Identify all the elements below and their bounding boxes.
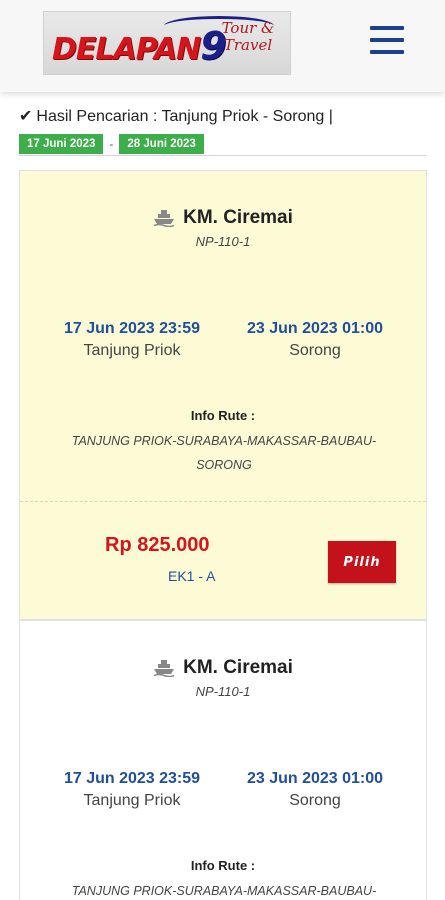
departure-info: 17 Jun 2023 23:59 Tanjung Priok bbox=[47, 320, 217, 360]
card-divider bbox=[20, 501, 426, 502]
arrival-time: 23 Jun 2023 01:00 bbox=[246, 770, 384, 787]
route-label: Info Rute : bbox=[190, 408, 256, 423]
date-to-badge: 28 Juni 2023 bbox=[119, 134, 204, 154]
ship-name: KM. Ciremai bbox=[183, 657, 293, 678]
arrival-time: 23 Jun 2023 01:00 bbox=[246, 320, 384, 337]
logo-wordmark: DELAPAN9 bbox=[52, 24, 227, 68]
departure-info: 17 Jun 2023 23:59 Tanjung Priok bbox=[47, 770, 217, 810]
arrival-port: Sorong bbox=[289, 792, 341, 809]
ship-name: KM. Ciremai bbox=[183, 207, 293, 228]
date-range: 17 Juni 2023 - 28 Juni 2023 bbox=[19, 134, 204, 154]
check-icon: ✔ bbox=[19, 108, 33, 125]
hamburger-menu-button[interactable] bbox=[370, 26, 404, 54]
hamburger-icon bbox=[370, 38, 404, 42]
ship-code: NP-110-1 bbox=[195, 234, 251, 249]
date-from-badge: 17 Juni 2023 bbox=[19, 134, 104, 154]
search-summary-text: Hasil Pencarian : Tanjung Priok - Sorong… bbox=[36, 108, 333, 125]
search-summary-line: ✔ Hasil Pencarian : Tanjung Priok - Soron… bbox=[19, 106, 427, 126]
hamburger-icon bbox=[370, 50, 404, 54]
ticket-price: Rp 825.000 bbox=[105, 534, 210, 556]
route-text: TANJUNG PRIOK-SURABAYA-MAKASSAR-BAUBAU-S… bbox=[71, 434, 377, 472]
route-text: TANJUNG PRIOK-SURABAYA-MAKASSAR-BAUBAU- bbox=[71, 884, 377, 898]
brand-logo[interactable]: DELAPAN9 Tour & Travel bbox=[43, 11, 291, 75]
ship-icon bbox=[153, 210, 175, 227]
ship-heading: KM. Ciremai bbox=[20, 207, 426, 229]
arrival-info: 23 Jun 2023 01:00 Sorong bbox=[230, 320, 400, 360]
ship-heading: KM. Ciremai bbox=[20, 657, 426, 679]
ship-icon bbox=[153, 660, 175, 677]
ship-code: NP-110-1 bbox=[195, 684, 251, 699]
logo-tagline: Tour & Travel bbox=[221, 19, 275, 54]
hamburger-icon bbox=[370, 26, 404, 30]
app-header: DELAPAN9 Tour & Travel bbox=[0, 0, 445, 92]
ticket-class: EK1 - A bbox=[168, 568, 216, 584]
arrival-info: 23 Jun 2023 01:00 Sorong bbox=[230, 770, 400, 810]
departure-port: Tanjung Priok bbox=[83, 342, 181, 359]
departure-port: Tanjung Priok bbox=[83, 792, 181, 809]
date-separator: - bbox=[109, 137, 114, 151]
search-summary: ✔ Hasil Pencarian : Tanjung Priok - Soron… bbox=[19, 106, 427, 156]
departure-time: 17 Jun 2023 23:59 bbox=[63, 770, 201, 787]
result-card: KM. Ciremai NP-110-1 17 Jun 2023 23:59 T… bbox=[19, 620, 427, 900]
departure-time: 17 Jun 2023 23:59 bbox=[63, 320, 201, 337]
select-button[interactable]: Pilih bbox=[328, 541, 396, 583]
result-card: KM. Ciremai NP-110-1 17 Jun 2023 23:59 T… bbox=[19, 170, 427, 620]
arrival-port: Sorong bbox=[289, 342, 341, 359]
route-label: Info Rute : bbox=[190, 858, 256, 873]
